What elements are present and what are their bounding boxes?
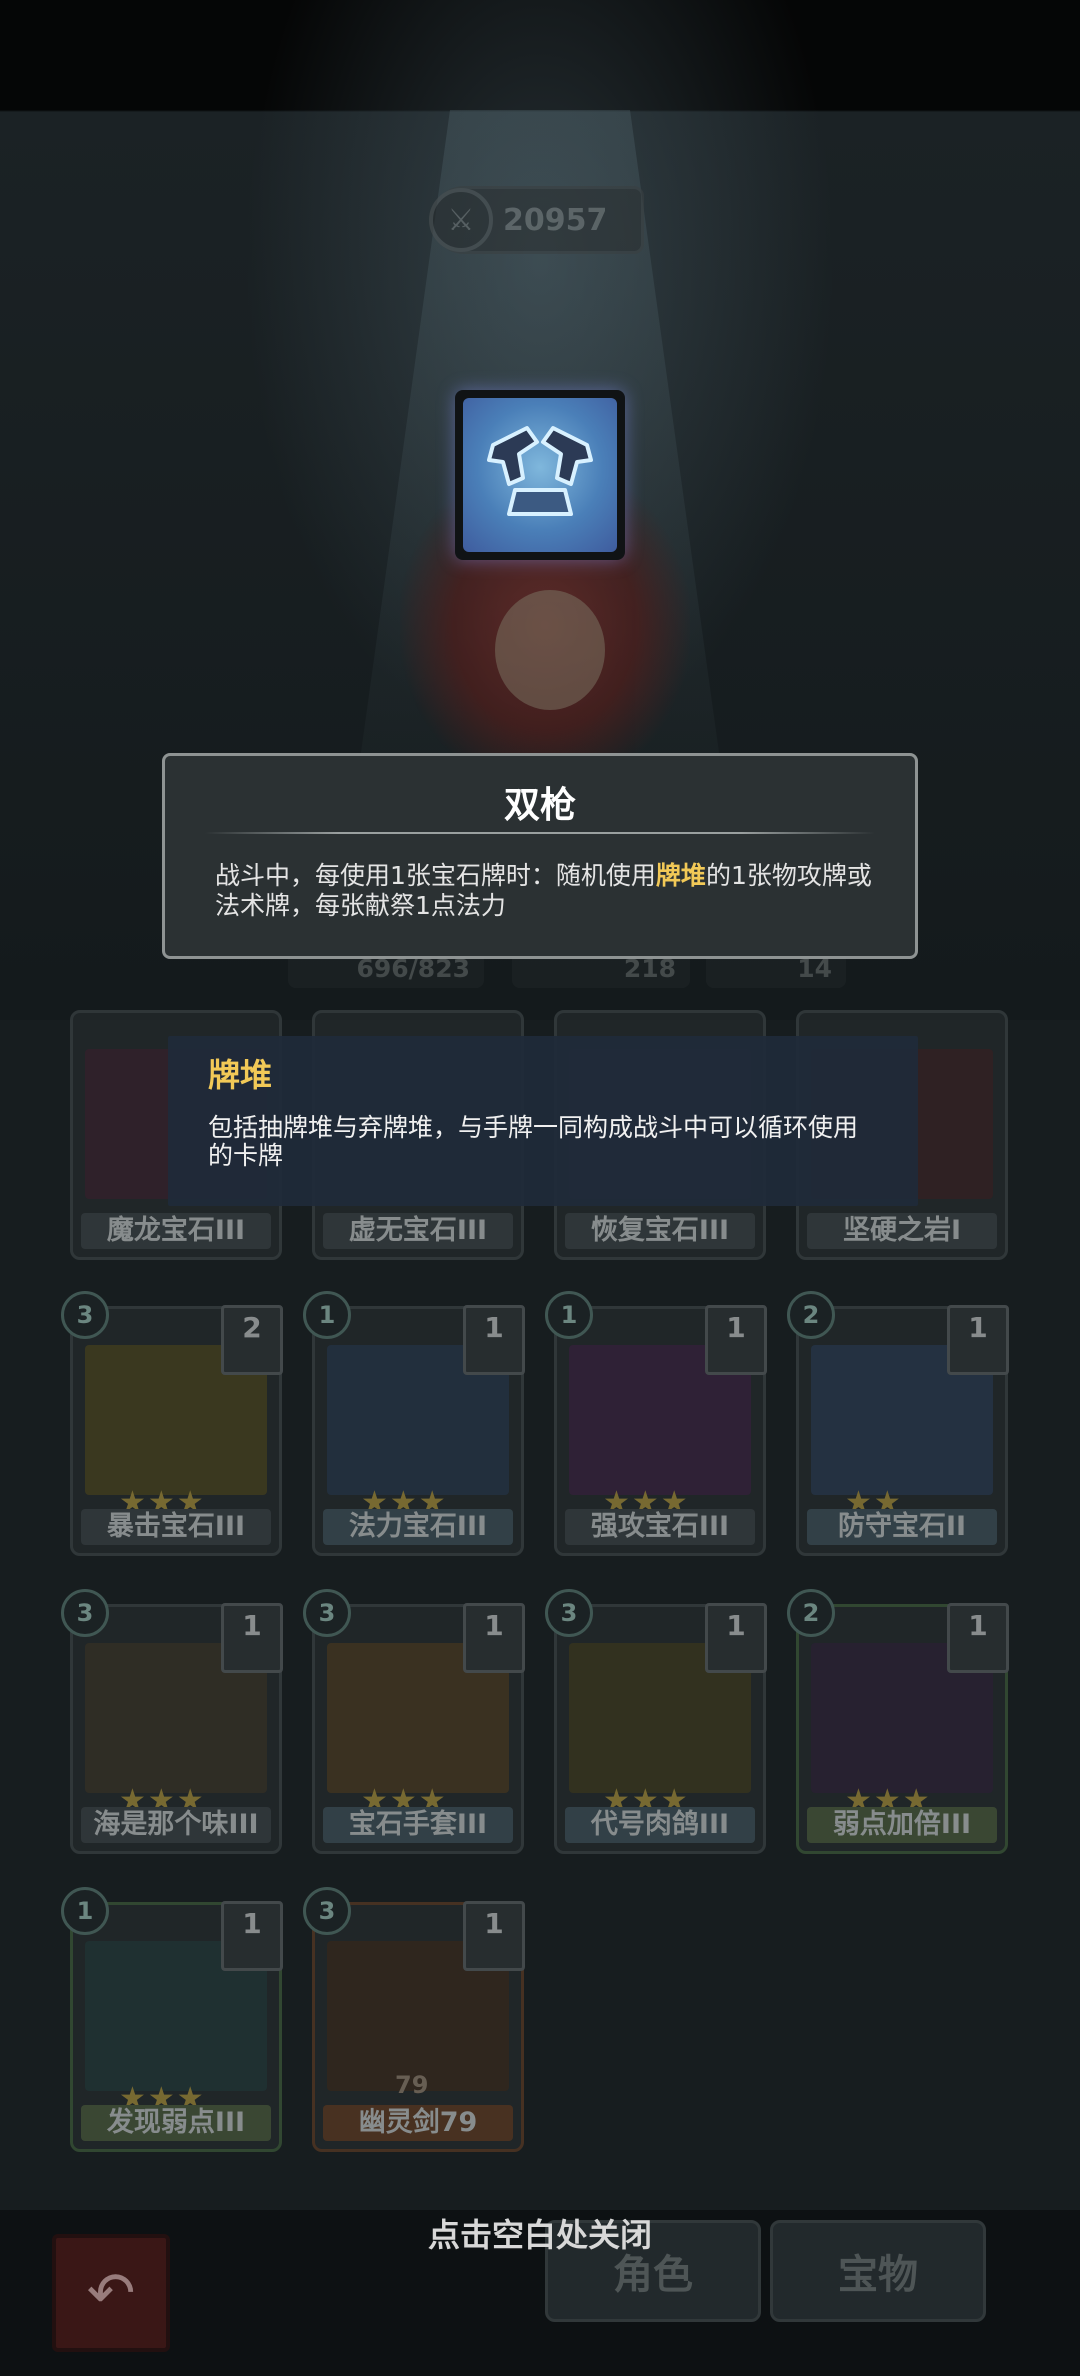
card-level-badge: 1 [463,1305,525,1375]
card-name: 防守宝石II [807,1509,997,1545]
deck-tooltip-title: 牌堆 [208,1056,273,1094]
card-name: 弱点加倍III [807,1807,997,1843]
card-name: 强攻宝石III [565,1509,755,1545]
card-level-badge: 1 [705,1305,767,1375]
card-cost-badge: 2 [787,1291,835,1339]
relic-desc-prefix: 战斗中，每使用1张宝石牌时：随机使用 [215,861,656,890]
card-level-badge: 2 [221,1305,283,1375]
card[interactable]: 3 2 ★★★ 暴击宝石III [61,1291,283,1556]
card[interactable]: 3 1 ★★★ 海是那个味III [61,1589,283,1854]
card-name: 坚硬之岩I [807,1213,997,1249]
deck-tooltip-description: 包括抽牌堆与弃牌堆，与手牌一同构成战斗中可以循环使用的卡牌 [208,1113,859,1170]
card-name: 魔龙宝石III [81,1213,271,1249]
crossed-pistols-icon [463,398,617,552]
card-cost-badge: 3 [61,1589,109,1637]
card[interactable]: 2 1 ★★ 防守宝石II [787,1291,1009,1556]
card[interactable]: 2 1 ★★★ 弱点加倍III [787,1589,1009,1854]
relic-tooltip: 双枪 战斗中，每使用1张宝石牌时：随机使用牌堆的1张物攻牌或法术牌，每张献祭1点… [162,753,918,959]
keyword-deck-link[interactable]: 牌堆 [656,861,706,890]
card-name: 海是那个味III [81,1807,271,1843]
card-level-badge: 1 [947,1603,1009,1673]
card-level-badge: 1 [463,1603,525,1673]
relic-title: 双枪 [503,785,576,826]
card-cost-badge: 1 [61,1887,109,1935]
card-level-badge: 1 [221,1603,283,1673]
card-name: 幽灵剑79 [323,2105,513,2141]
card-cost-badge: 3 [303,1589,351,1637]
back-arrow-icon: ↶ [86,2259,136,2327]
card-cost-badge: 3 [61,1291,109,1339]
card-cost-badge: 3 [303,1887,351,1935]
card-level-badge: 1 [705,1603,767,1673]
card[interactable]: 3 1 ★★★ 宝石手套III [303,1589,525,1854]
card-badge-number: 79 [395,2071,429,2099]
close-hint[interactable]: 点击空白处关闭 [0,2210,1080,2256]
card[interactable]: 1 1 ★★★ 法力宝石III [303,1291,525,1556]
card-level-badge: 1 [463,1901,525,1971]
card-level-badge: 1 [947,1305,1009,1375]
deck-tooltip: 牌堆 包括抽牌堆与弃牌堆，与手牌一同构成战斗中可以循环使用的卡牌 [168,1036,918,1206]
sword-coin-icon: ⚔ [429,188,493,252]
card-cost-badge: 1 [303,1291,351,1339]
card-name: 暴击宝石III [81,1509,271,1545]
relic-icon-frame[interactable] [455,390,625,560]
tooltip-divider [205,832,875,834]
card[interactable]: 3 1 ★★★ 代号肉鸽III [545,1589,767,1854]
card[interactable]: 1 1 ★★★ 发现弱点III [61,1887,283,2152]
relic-description: 战斗中，每使用1张宝石牌时：随机使用牌堆的1张物攻牌或法术牌，每张献祭1点法力 [215,861,875,921]
card-cost-badge: 1 [545,1291,593,1339]
card[interactable]: 3 1 79 幽灵剑79 [303,1887,525,2152]
card-name: 发现弱点III [81,2105,271,2141]
card-name: 法力宝石III [323,1509,513,1545]
score-value: 20957 [503,202,608,238]
character-beard [495,590,605,710]
card-cost-badge: 2 [787,1589,835,1637]
card-name: 代号肉鸽III [565,1807,755,1843]
card-name: 宝石手套III [323,1807,513,1843]
score-pill: ⚔ 20957 [429,186,644,254]
card-level-badge: 1 [221,1901,283,1971]
card-name: 恢复宝石III [565,1213,755,1249]
card-name: 虚无宝石III [323,1213,513,1249]
card-cost-badge: 3 [545,1589,593,1637]
card[interactable]: 1 1 ★★★ 强攻宝石III [545,1291,767,1556]
